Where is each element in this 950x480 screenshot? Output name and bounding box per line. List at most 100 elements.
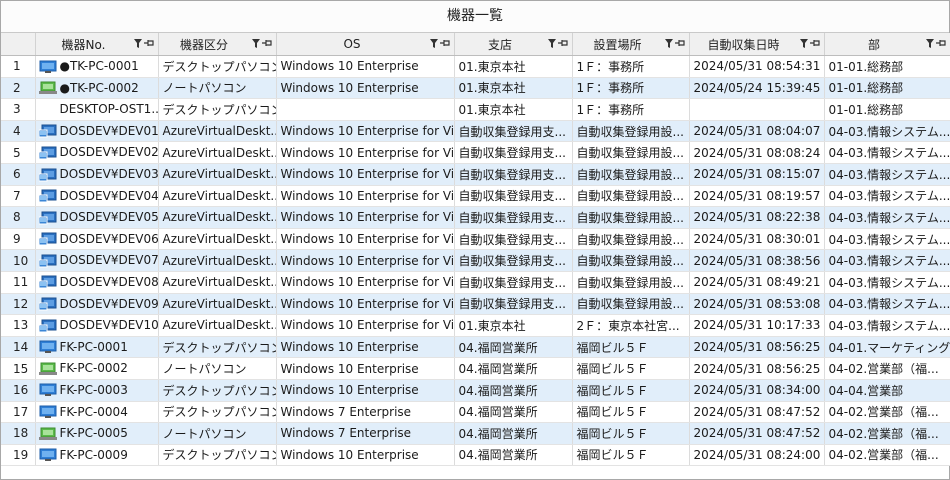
location-cell[interactable]: 自動収集登録用設... [572, 249, 690, 272]
os-cell[interactable]: Windows 10 Enterprise for Vi... [276, 120, 455, 143]
branch-cell[interactable]: 01.東京本社 [454, 77, 573, 100]
table-row[interactable]: 13 DOSDEV¥DEV10 AzureVirtualDeskt... Window… [1, 314, 950, 337]
column-header-type[interactable]: 機器区分 [158, 33, 277, 56]
pin-icon[interactable] [439, 37, 450, 51]
table-row[interactable]: 8 DOSDEV¥DEV05 AzureVirtualDeskt... Windows… [1, 206, 950, 229]
row-number-cell[interactable]: 2 [1, 77, 36, 100]
branch-cell[interactable]: 04.福岡営業所 [454, 444, 573, 467]
os-cell[interactable]: Windows 10 Enterprise [276, 357, 455, 380]
table-row[interactable]: 18 FK-PC-0005 ノートパソコン Windows 7 Enterprise 0… [1, 422, 950, 445]
table-row[interactable]: 5 DOSDEV¥DEV02 AzureVirtualDeskt... Windows… [1, 141, 950, 164]
device-name-cell[interactable]: DOSDEV¥DEV01 [35, 120, 159, 143]
branch-cell[interactable]: 01.東京本社 [454, 98, 573, 121]
type-cell[interactable]: ノートパソコン [158, 77, 277, 100]
dept-cell[interactable]: 04-03.情報システム... [824, 185, 950, 208]
branch-cell[interactable]: 自動収集登録用支... [454, 163, 573, 186]
type-cell[interactable]: AzureVirtualDeskt... [158, 249, 277, 272]
type-cell[interactable]: デスクトップパソコン [158, 379, 277, 402]
dept-cell[interactable]: 04-02.営業部（福... [824, 357, 950, 380]
table-row[interactable]: 6 DOSDEV¥DEV03 AzureVirtualDeskt... Windows… [1, 163, 950, 186]
os-cell[interactable]: Windows 10 Enterprise [276, 444, 455, 467]
row-number-cell[interactable]: 7 [1, 185, 36, 208]
dept-cell[interactable]: 04-02.営業部（福... [824, 401, 950, 424]
table-row[interactable]: 1 ●TK-PC-0001 デスクトップパソコン Windows 10 Enterpr… [1, 55, 950, 78]
dept-cell[interactable]: 01-01.総務部 [824, 55, 950, 78]
location-cell[interactable]: 自動収集登録用設... [572, 120, 690, 143]
location-cell[interactable]: 福岡ビル５Ｆ [572, 444, 690, 467]
filter-icon[interactable] [251, 37, 260, 51]
device-name-cell[interactable]: FK-PC-0002 [35, 357, 159, 380]
column-header-location[interactable]: 設置場所 [572, 33, 690, 56]
device-name-cell[interactable]: FK-PC-0003 [35, 379, 159, 402]
table-row[interactable]: 10 DOSDEV¥DEV07 AzureVirtualDeskt... Window… [1, 249, 950, 272]
os-cell[interactable]: Windows 7 Enterprise [276, 401, 455, 424]
row-number-cell[interactable]: 13 [1, 314, 36, 337]
collected-cell[interactable]: 2024/05/31 08:08:24 [689, 141, 825, 164]
type-cell[interactable]: デスクトップパソコン [158, 55, 277, 78]
row-number-cell[interactable]: 6 [1, 163, 36, 186]
dept-cell[interactable]: 04-03.情報システム... [824, 228, 950, 251]
device-name-cell[interactable]: DOSDEV¥DEV02 [35, 141, 159, 164]
device-name-cell[interactable]: DOSDEV¥DEV10 [35, 314, 159, 337]
device-name-cell[interactable]: DOSDEV¥DEV08 [35, 271, 159, 294]
collected-cell[interactable]: 2024/05/31 08:47:52 [689, 422, 825, 445]
os-cell[interactable]: Windows 10 Enterprise for Vi... [276, 249, 455, 272]
dept-cell[interactable]: 04-03.情報システム... [824, 120, 950, 143]
table-row[interactable]: 9 DOSDEV¥DEV06 AzureVirtualDeskt... Windows… [1, 228, 950, 251]
column-header-dept[interactable]: 部 [824, 33, 950, 56]
location-cell[interactable]: 福岡ビル５Ｆ [572, 336, 690, 359]
table-row[interactable]: 12 DOSDEV¥DEV09 AzureVirtualDeskt... Window… [1, 293, 950, 316]
device-name-cell[interactable]: DOSDEV¥DEV07 [35, 249, 159, 272]
row-number-cell[interactable]: 16 [1, 379, 36, 402]
filter-icon[interactable] [133, 37, 142, 51]
collected-cell[interactable]: 2024/05/31 08:30:01 [689, 228, 825, 251]
pin-icon[interactable] [674, 37, 685, 51]
type-cell[interactable]: デスクトップパソコン [158, 444, 277, 467]
dept-cell[interactable]: 04-03.情報システム... [824, 206, 950, 229]
table-row[interactable]: 17 FK-PC-0004 デスクトップパソコン Windows 7 Enterpri… [1, 401, 950, 424]
dept-cell[interactable]: 04-03.情報システム... [824, 293, 950, 316]
collected-cell[interactable]: 2024/05/31 08:19:57 [689, 185, 825, 208]
branch-cell[interactable]: 自動収集登録用支... [454, 228, 573, 251]
location-cell[interactable]: 自動収集登録用設... [572, 185, 690, 208]
location-cell[interactable]: 自動収集登録用設... [572, 228, 690, 251]
os-cell[interactable] [276, 98, 455, 121]
column-header-os[interactable]: OS [276, 33, 455, 56]
os-cell[interactable]: Windows 10 Enterprise [276, 55, 455, 78]
type-cell[interactable]: AzureVirtualDeskt... [158, 293, 277, 316]
column-header-collected[interactable]: 自動収集日時 [689, 33, 825, 56]
os-cell[interactable]: Windows 10 Enterprise [276, 379, 455, 402]
type-cell[interactable]: ノートパソコン [158, 357, 277, 380]
branch-cell[interactable]: 04.福岡営業所 [454, 357, 573, 380]
row-number-cell[interactable]: 17 [1, 401, 36, 424]
filter-icon[interactable] [547, 37, 556, 51]
row-number-cell[interactable]: 10 [1, 249, 36, 272]
os-cell[interactable]: Windows 10 Enterprise for Vi... [276, 271, 455, 294]
dept-cell[interactable]: 04-03.情報システム... [824, 314, 950, 337]
table-row[interactable]: 19 FK-PC-0009 デスクトップパソコン Windows 10 Enterpr… [1, 444, 950, 467]
device-name-cell[interactable]: DOSDEV¥DEV06 [35, 228, 159, 251]
row-number-cell[interactable]: 3 [1, 98, 36, 121]
os-cell[interactable]: Windows 10 Enterprise for Vi... [276, 293, 455, 316]
branch-cell[interactable]: 自動収集登録用支... [454, 185, 573, 208]
type-cell[interactable]: デスクトップパソコン [158, 98, 277, 121]
device-name-cell[interactable]: ●TK-PC-0002 [35, 77, 159, 100]
collected-cell[interactable]: 2024/05/31 08:24:00 [689, 444, 825, 467]
location-cell[interactable]: 福岡ビル５Ｆ [572, 422, 690, 445]
location-cell[interactable]: 自動収集登録用設... [572, 206, 690, 229]
type-cell[interactable]: ノートパソコン [158, 422, 277, 445]
location-cell[interactable]: 2Ｆ：東京本社宮... [572, 314, 690, 337]
table-row[interactable]: 16 FK-PC-0003 デスクトップパソコン Windows 10 Enterpr… [1, 379, 950, 402]
os-cell[interactable]: Windows 7 Enterprise [276, 422, 455, 445]
row-number-cell[interactable]: 12 [1, 293, 36, 316]
collected-cell[interactable]: 2024/05/31 08:56:25 [689, 336, 825, 359]
location-cell[interactable]: 自動収集登録用設... [572, 271, 690, 294]
table-row[interactable]: 2 ●TK-PC-0002 ノートパソコン Windows 10 Enterprise… [1, 77, 950, 100]
location-cell[interactable]: 自動収集登録用設... [572, 293, 690, 316]
location-cell[interactable]: 自動収集登録用設... [572, 141, 690, 164]
collected-cell[interactable]: 2024/05/31 08:38:56 [689, 249, 825, 272]
dept-cell[interactable]: 01-01.総務部 [824, 77, 950, 100]
branch-cell[interactable]: 04.福岡営業所 [454, 379, 573, 402]
device-name-cell[interactable]: DOSDEV¥DEV04 [35, 185, 159, 208]
dept-cell[interactable]: 04-03.情報システム... [824, 163, 950, 186]
